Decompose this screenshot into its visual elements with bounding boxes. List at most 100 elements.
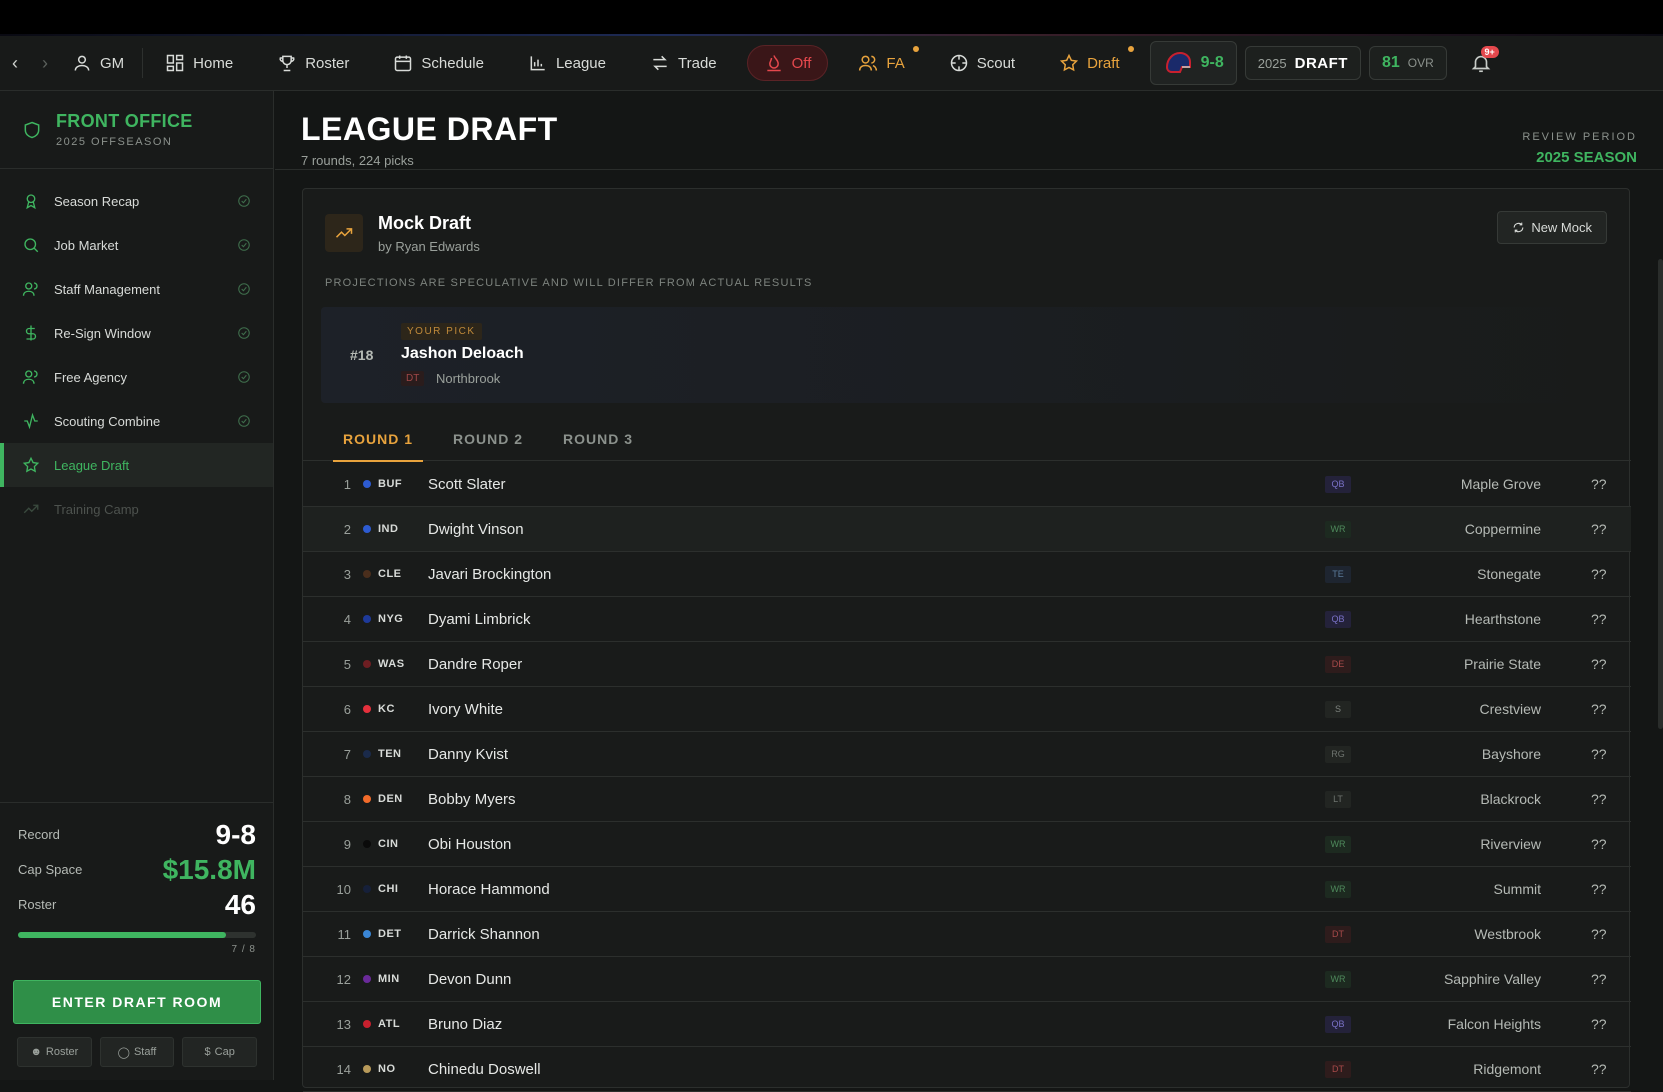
table-row[interactable]: 3 CLE Javari Brockington TE Stonegate?? <box>303 552 1631 597</box>
offense-toggle[interactable]: Off <box>746 45 829 81</box>
check-circle-icon <box>238 327 250 339</box>
table-row[interactable]: 8 DEN Bobby Myers LT Blackrock?? <box>303 777 1631 822</box>
nav-gm[interactable]: GM <box>60 48 144 78</box>
your-pick-tag: YOUR PICK <box>401 323 482 340</box>
page-subtitle: 7 rounds, 224 picks <box>301 153 414 168</box>
check-circle-icon <box>238 283 250 295</box>
tab-round-3[interactable]: ROUND 3 <box>553 417 643 461</box>
player-grade: ?? <box>1591 1016 1607 1032</box>
player-school: Ridgemont <box>1473 1061 1541 1077</box>
table-row[interactable]: 2 IND Dwight Vinson WR Coppermine?? <box>303 507 1631 552</box>
your-pick-school: Northbrook <box>436 371 501 386</box>
quick-roster-button[interactable]: ☻ Roster <box>17 1037 92 1067</box>
table-row[interactable]: 5 WAS Dandre Roper DE Prairie State?? <box>303 642 1631 687</box>
player-school: Crestview <box>1479 701 1541 717</box>
mock-draft-icon-box <box>325 214 363 252</box>
progress-fill <box>18 932 227 938</box>
activity-icon <box>24 412 38 430</box>
table-row[interactable]: 11 DET Darrick Shannon DT Westbrook?? <box>303 912 1631 957</box>
team-color-dot <box>363 480 371 488</box>
nav-draft[interactable]: Draft <box>1037 36 1142 91</box>
sidebar-item-label: Season Recap <box>54 193 140 209</box>
sidebar-title: FRONT OFFICE <box>56 111 193 131</box>
offseason-progress-bar <box>18 932 256 938</box>
ovr-label: OVR <box>1407 56 1434 70</box>
picks-table: 1 BUF Scott Slater QB Maple Grove?? 2 IND Dwigh… <box>303 462 1631 1092</box>
draft-year-pill[interactable]: 2025 DRAFT <box>1244 46 1361 80</box>
sidebar-item-free-agency[interactable]: Free Agency <box>0 355 273 399</box>
team-record-pill[interactable]: 9-8 <box>1149 41 1237 85</box>
quick-staff-button[interactable]: ◯ Staff <box>99 1037 175 1067</box>
table-row[interactable]: 7 TEN Danny Kvist RG Bayshore?? <box>303 732 1631 777</box>
team-color-dot <box>363 1020 371 1028</box>
tab-round-1[interactable]: ROUND 1 <box>333 417 424 462</box>
player-grade: ?? <box>1591 746 1607 762</box>
your-pick-banner[interactable]: #18 YOUR PICK Jashon Deloach DT Northbro… <box>321 307 1611 403</box>
back-arrow-icon[interactable]: ‹ <box>0 36 30 91</box>
player-school: Summit <box>1493 881 1541 897</box>
table-row[interactable]: 9 CIN Obi Houston WR Riverview?? <box>303 822 1631 867</box>
team-color-dot <box>363 570 371 578</box>
pick-number: 1 <box>343 476 351 492</box>
sidebar-item-season-recap[interactable]: Season Recap <box>0 179 273 223</box>
nav-gm-label: GM <box>100 54 125 72</box>
team-abbr: KC <box>378 703 395 715</box>
table-row[interactable]: 10 CHI Horace Hammond WR Summit?? <box>303 867 1631 912</box>
nav-trade[interactable]: Trade <box>628 36 739 91</box>
enter-draft-room-button[interactable]: ENTER DRAFT ROOM <box>13 980 261 1024</box>
quick-cap-button[interactable]: $ Cap <box>182 1037 258 1067</box>
ovr-pill[interactable]: 81 OVR <box>1368 46 1447 80</box>
table-row[interactable]: 4 NYG Dyami Limbrick QB Hearthstone?? <box>303 597 1631 642</box>
sidebar-item-league-draft[interactable]: League Draft <box>0 443 273 487</box>
nav-roster[interactable]: Roster <box>255 36 371 91</box>
pick-number: 6 <box>343 701 351 717</box>
tab-round-2[interactable]: ROUND 2 <box>443 417 533 461</box>
pick-number: 5 <box>343 656 351 672</box>
check-circle-icon <box>238 371 250 383</box>
table-row[interactable]: 12 MIN Devon Dunn WR Sapphire Valley?? <box>303 957 1631 1002</box>
forward-arrow-icon[interactable]: › <box>30 36 60 91</box>
nav-league[interactable]: League <box>506 36 628 91</box>
player-school: Riverview <box>1480 836 1541 852</box>
nav-schedule[interactable]: Schedule <box>371 36 506 91</box>
player-name: Horace Hammond <box>428 880 550 898</box>
sidebar-item-staff-management[interactable]: Staff Management <box>0 267 273 311</box>
table-row[interactable]: 13 ATL Bruno Diaz QB Falcon Heights?? <box>303 1002 1631 1047</box>
team-abbr: CIN <box>378 838 399 850</box>
nav-home[interactable]: Home <box>143 36 255 91</box>
nav-scout[interactable]: Scout <box>927 36 1037 91</box>
team-color-dot <box>363 1065 371 1073</box>
player-grade: ?? <box>1591 836 1607 852</box>
pick-number: 9 <box>343 836 351 852</box>
sidebar-item-job-market[interactable]: Job Market <box>0 223 273 267</box>
nav-free-agency[interactable]: FA <box>836 36 926 91</box>
position-badge: QB <box>1325 610 1351 628</box>
player-name: Obi Houston <box>428 835 512 853</box>
team-abbr: CHI <box>378 883 399 895</box>
helmet-icon <box>1165 51 1191 73</box>
player-school: Maple Grove <box>1460 476 1541 492</box>
sidebar-item-scouting-combine[interactable]: Scouting Combine <box>0 399 273 443</box>
stat-cap-value: $15.8M <box>162 853 256 885</box>
users-icon: ☻ <box>30 1046 42 1058</box>
header-divider <box>275 169 1663 170</box>
team-abbr: WAS <box>378 658 405 670</box>
sidebar-item-re-sign-window[interactable]: Re-Sign Window <box>0 311 273 355</box>
stat-cap-space: Cap Space $15.8M <box>18 852 256 887</box>
team-color-dot <box>363 885 371 893</box>
users-icon <box>859 55 878 71</box>
new-mock-button[interactable]: New Mock <box>1497 211 1607 244</box>
table-row[interactable]: 14 NO Chinedu Doswell DT Ridgemont?? <box>303 1047 1631 1092</box>
projection-disclaimer: PROJECTIONS ARE SPECULATIVE AND WILL DIF… <box>325 277 813 289</box>
player-grade: ?? <box>1591 881 1607 897</box>
top-nav: ‹ › GM Home Roster Schedule League Trade… <box>0 36 1663 91</box>
notifications-button[interactable]: 9+ <box>1461 36 1501 91</box>
table-row[interactable]: 1 BUF Scott Slater QB Maple Grove?? <box>303 462 1631 507</box>
pick-number: 8 <box>343 791 351 807</box>
sidebar-item-training-camp[interactable]: Training Camp <box>0 487 273 531</box>
player-name: Devon Dunn <box>428 970 512 988</box>
review-period-value: 2025 SEASON <box>1536 149 1637 166</box>
scrollbar[interactable] <box>1658 259 1663 729</box>
offense-toggle-label: Off <box>791 54 812 72</box>
table-row[interactable]: 6 KC Ivory White S Crestview?? <box>303 687 1631 732</box>
